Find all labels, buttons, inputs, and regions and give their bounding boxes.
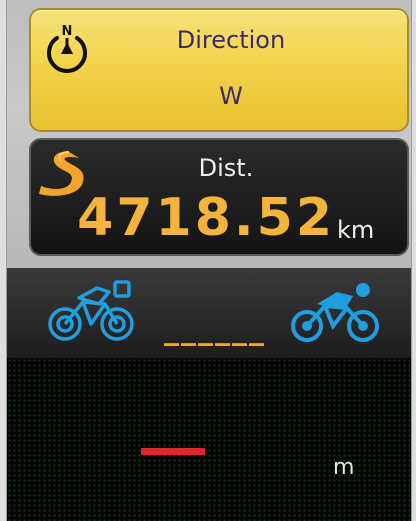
- rival-section: ______: [7, 268, 411, 358]
- gap-bar: [141, 448, 205, 455]
- distance-value: 4718.52: [77, 188, 335, 248]
- ride-panel: N Direction W Dist. 4718.52 km ______ m: [6, 0, 412, 521]
- compass-north-label: N: [62, 24, 73, 39]
- compass-icon: N: [47, 24, 87, 73]
- distance-unit: km: [337, 216, 375, 244]
- cyclist-outline-icon: [48, 280, 134, 341]
- direction-value: W: [219, 82, 243, 110]
- gap-indicator: ______: [164, 312, 266, 347]
- gap-graph: m: [7, 358, 411, 521]
- device-frame: N Direction W Dist. 4718.52 km ______ m: [0, 0, 416, 521]
- graph-unit: m: [333, 455, 355, 480]
- distance-label: Dist.: [198, 154, 254, 182]
- top-area: N Direction W Dist. 4718.52 km: [7, 0, 411, 268]
- direction-card[interactable]: N Direction W: [29, 8, 409, 132]
- distance-card[interactable]: Dist. 4718.52 km: [29, 138, 409, 256]
- cyclist-solid-icon: [291, 283, 379, 342]
- direction-label: Direction: [176, 26, 286, 54]
